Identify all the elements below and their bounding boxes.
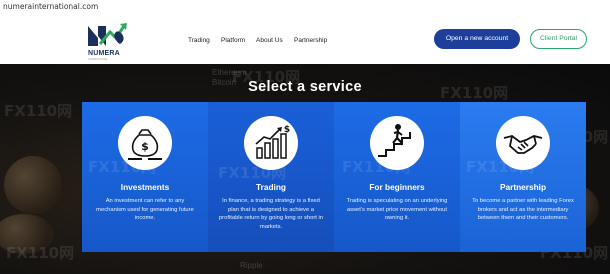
open-account-button[interactable]: Open a new account [434,29,520,49]
chart-growth-icon: $ [255,125,290,159]
logo-tagline: INTERNATIONAL [88,58,108,61]
service-card-investments[interactable]: FX110网 $ Investments An investment can r… [82,102,208,252]
service-card-for-beginners[interactable]: FX110网 For beginners Trading is speculat… [334,102,460,252]
handshake-icon [503,135,543,154]
logo-wordmark: NUMERA [88,50,120,57]
services-section: Ethereum Bitcoin Ripple FX110网 FX110网 FX… [0,64,610,274]
svg-text:$: $ [141,140,149,153]
icon-badge [370,116,424,170]
client-portal-button[interactable]: Client Portal [530,29,587,49]
logo-mark-icon [88,23,127,46]
watermark-text: FX110网 [6,244,75,262]
svg-text:$: $ [284,125,290,135]
numera-logo[interactable]: NUMERA INTERNATIONAL [86,20,132,62]
card-title: Investments [120,182,170,192]
card-title: Trading [256,182,286,192]
nav-partnership[interactable]: Partnership [294,37,327,44]
card-title: Partnership [499,182,547,192]
site-header: NUMERA INTERNATIONAL Trading Platform Ab… [0,14,610,64]
icon-badge [496,116,550,170]
service-card-partnership[interactable]: FX110网 Partnership To become a partner w… [460,102,586,252]
money-bag-icon: $ [128,129,162,160]
url-text[interactable]: numerainternational.com [3,2,98,11]
nav-platform[interactable]: Platform [221,37,245,44]
bg-coin-image [4,156,62,214]
card-title: For beginners [369,182,425,192]
section-title: Select a service [248,79,362,95]
icon-badge: $ [244,116,298,170]
nav-about-us[interactable]: About Us [256,37,283,44]
stairs-climb-icon [378,124,411,157]
browser-url-bar[interactable]: numerainternational.com [0,0,610,14]
nav-trading[interactable]: Trading [188,37,210,44]
card-description: To become a partner with leading Forex b… [472,198,574,222]
watermark-text: FX110网 [4,102,73,120]
service-card-trading[interactable]: FX110网 $ Trading In finance, a trading s… [208,102,334,252]
card-description: Trading is speculating on an underlying … [346,198,448,222]
card-description: An investment can refer to any mechanism… [96,198,194,222]
icon-badge: $ [118,116,172,170]
bg-ripple-label: Ripple [240,261,263,270]
card-description: In finance, a trading strategy is a fixe… [218,198,324,230]
